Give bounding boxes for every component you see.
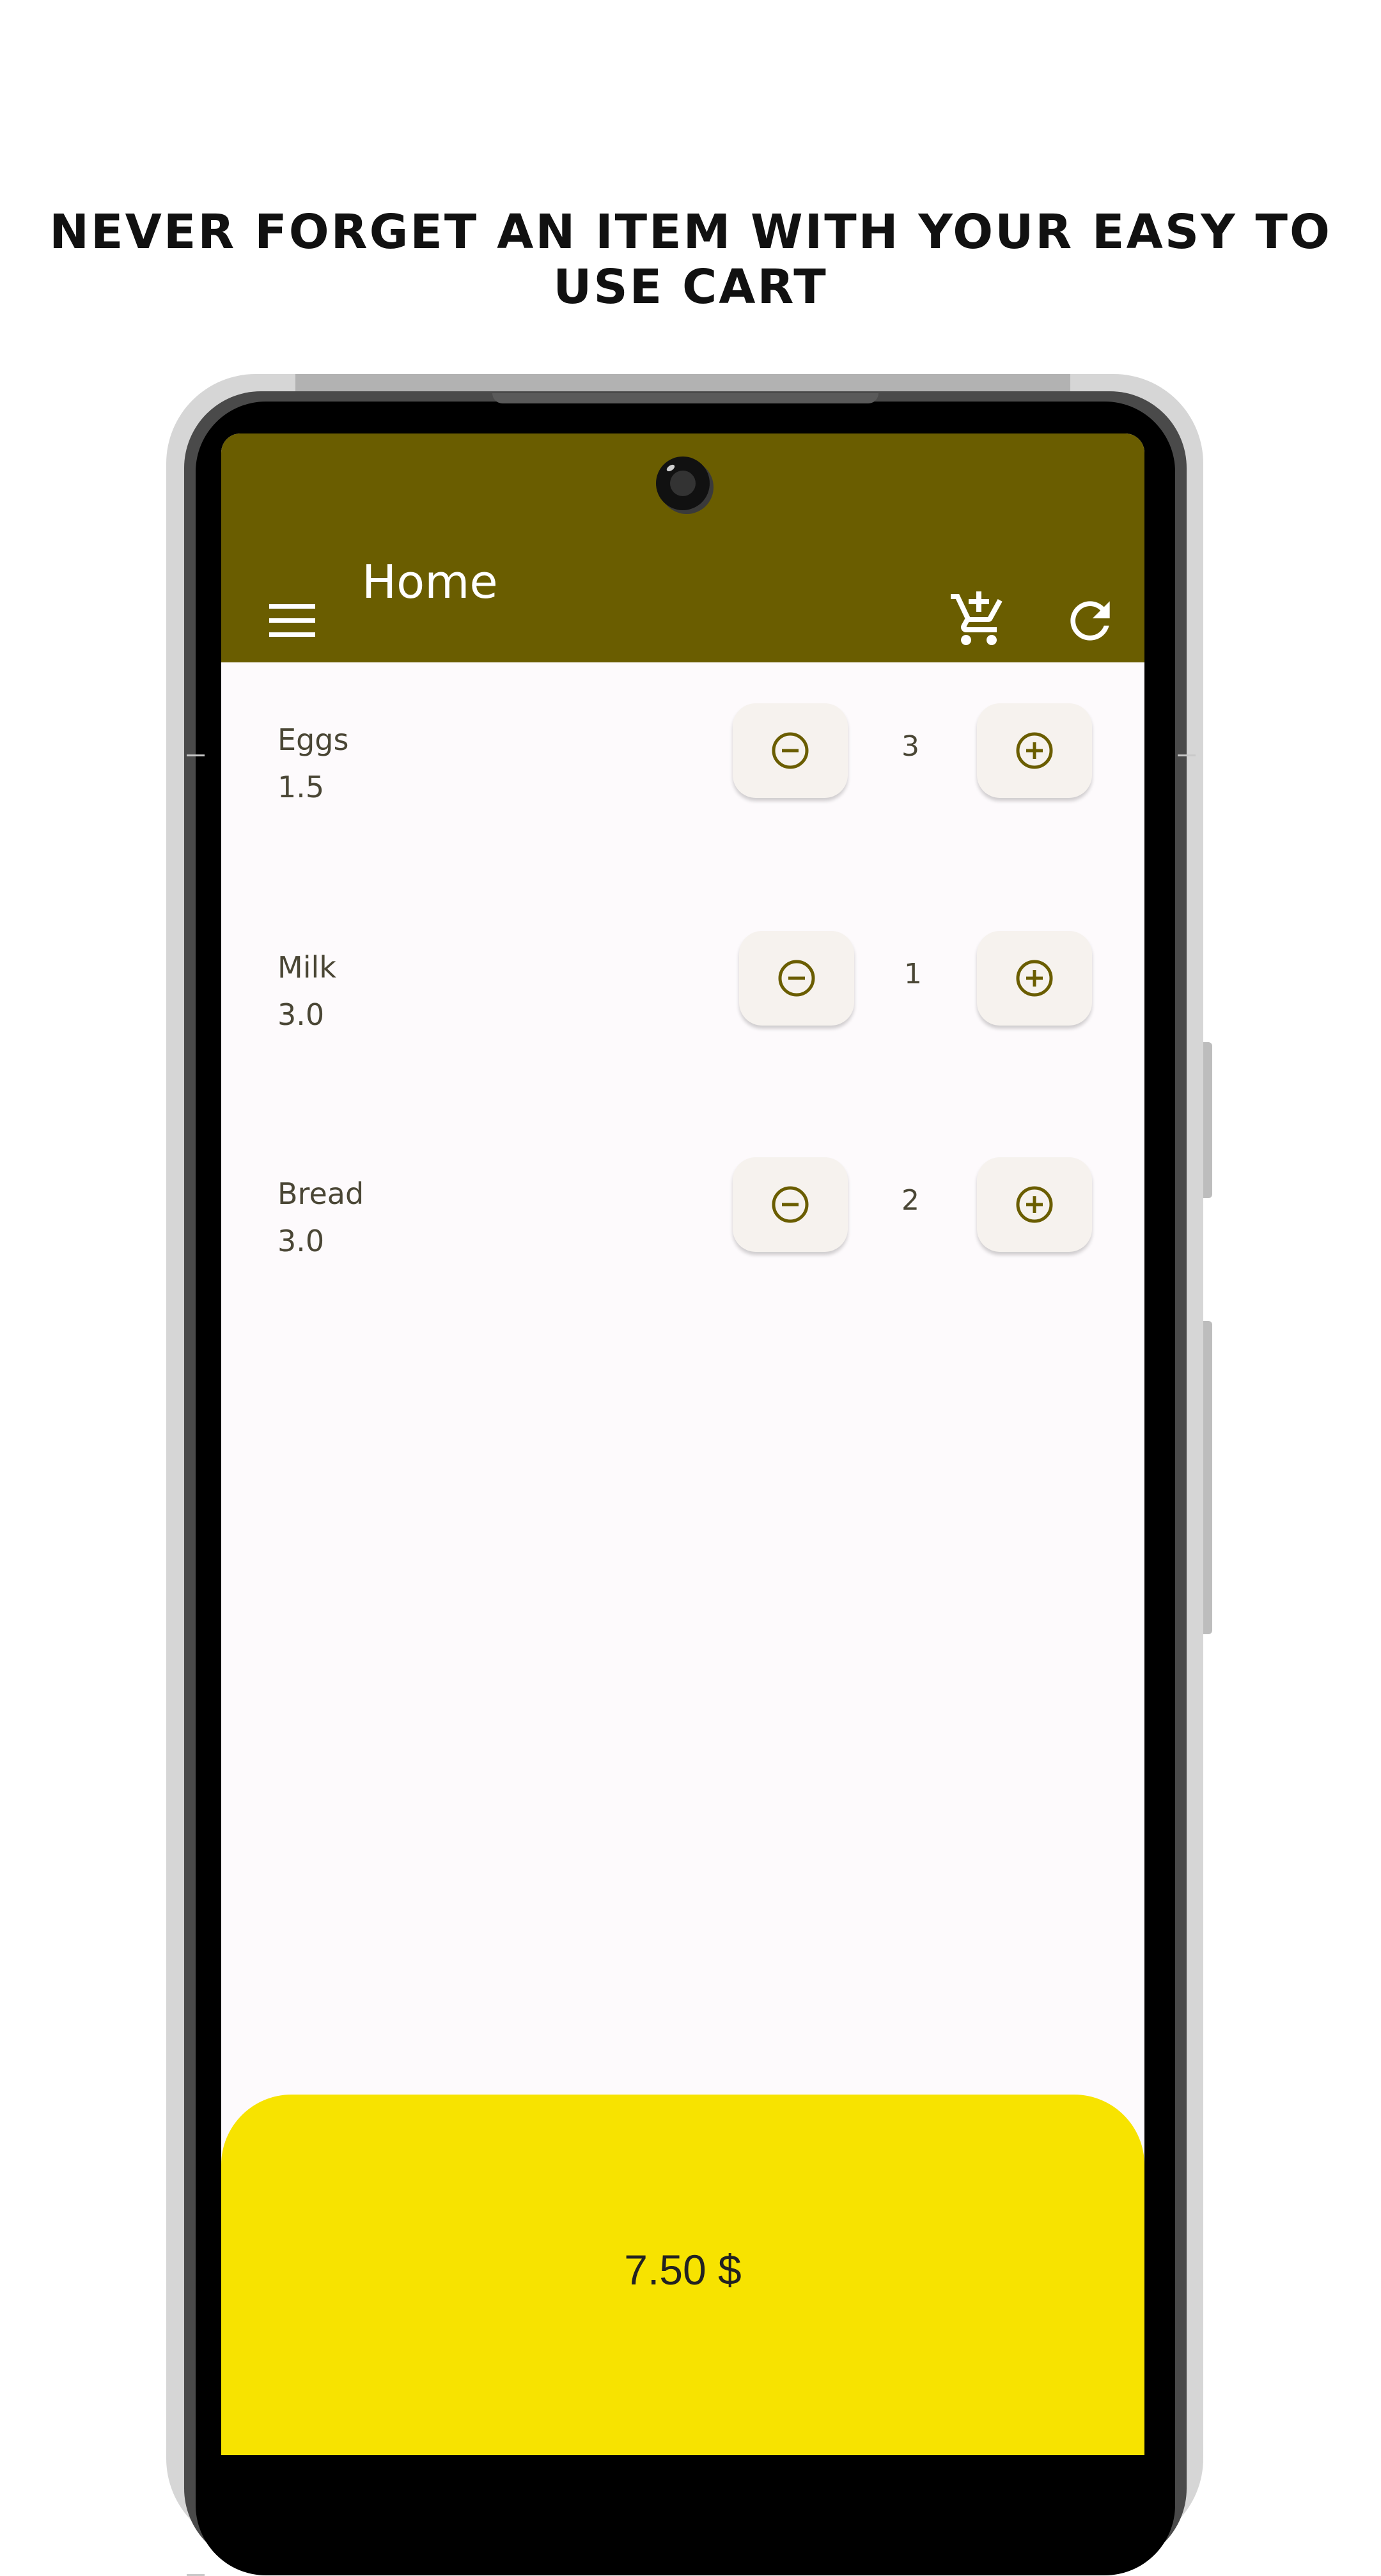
item-price: 3.0	[277, 1224, 325, 1258]
front-camera	[656, 457, 710, 510]
plus-circle-icon	[1016, 732, 1053, 769]
decrease-button[interactable]	[733, 1157, 848, 1252]
minus-circle-icon	[772, 1186, 809, 1223]
total-panel: 7.50 $	[221, 2095, 1144, 2455]
list-item: Bread 3.0 2	[221, 1157, 1144, 1304]
add-shopping-cart-icon	[951, 591, 1003, 645]
minus-circle-icon	[772, 732, 809, 769]
quantity-value: 1	[904, 958, 922, 990]
refresh-icon	[1070, 601, 1110, 641]
decrease-button[interactable]	[733, 703, 848, 798]
increase-button[interactable]	[977, 703, 1092, 798]
item-name: Eggs	[277, 722, 349, 757]
power-button	[1203, 1321, 1212, 1634]
list-item: Milk 3.0 1	[221, 931, 1144, 1078]
frame-line	[187, 754, 205, 756]
app-screen: Home Eggs 1.5 3 Milk 3.0 1 Bread 3.0 2 7…	[221, 433, 1144, 2455]
menu-button[interactable]	[257, 586, 327, 656]
item-price: 3.0	[277, 997, 325, 1032]
volume-button	[1203, 1042, 1212, 1198]
total-amount: 7.50 $	[624, 2246, 742, 2293]
earpiece	[492, 393, 878, 403]
plus-circle-icon	[1016, 1186, 1053, 1223]
minus-circle-icon	[778, 960, 815, 997]
quantity-value: 2	[901, 1184, 919, 1217]
frame-line	[1178, 754, 1196, 756]
menu-icon	[269, 604, 315, 637]
item-name: Milk	[277, 950, 336, 985]
increase-button[interactable]	[977, 931, 1092, 1026]
item-price: 1.5	[277, 770, 325, 804]
promo-headline: NEVER FORGET AN ITEM WITH YOUR EASY TO U…	[49, 205, 1332, 315]
page-title: Home	[362, 555, 498, 609]
increase-button[interactable]	[977, 1157, 1092, 1252]
item-name: Bread	[277, 1176, 364, 1211]
list-item: Eggs 1.5 3	[221, 703, 1144, 850]
phone-top-edge	[295, 374, 1070, 393]
quantity-value: 3	[901, 730, 919, 763]
app-bar: Home	[221, 433, 1144, 662]
decrease-button[interactable]	[739, 931, 854, 1026]
refresh-button[interactable]	[1055, 586, 1125, 656]
plus-circle-icon	[1016, 960, 1053, 997]
add-to-cart-button[interactable]	[944, 584, 1014, 655]
